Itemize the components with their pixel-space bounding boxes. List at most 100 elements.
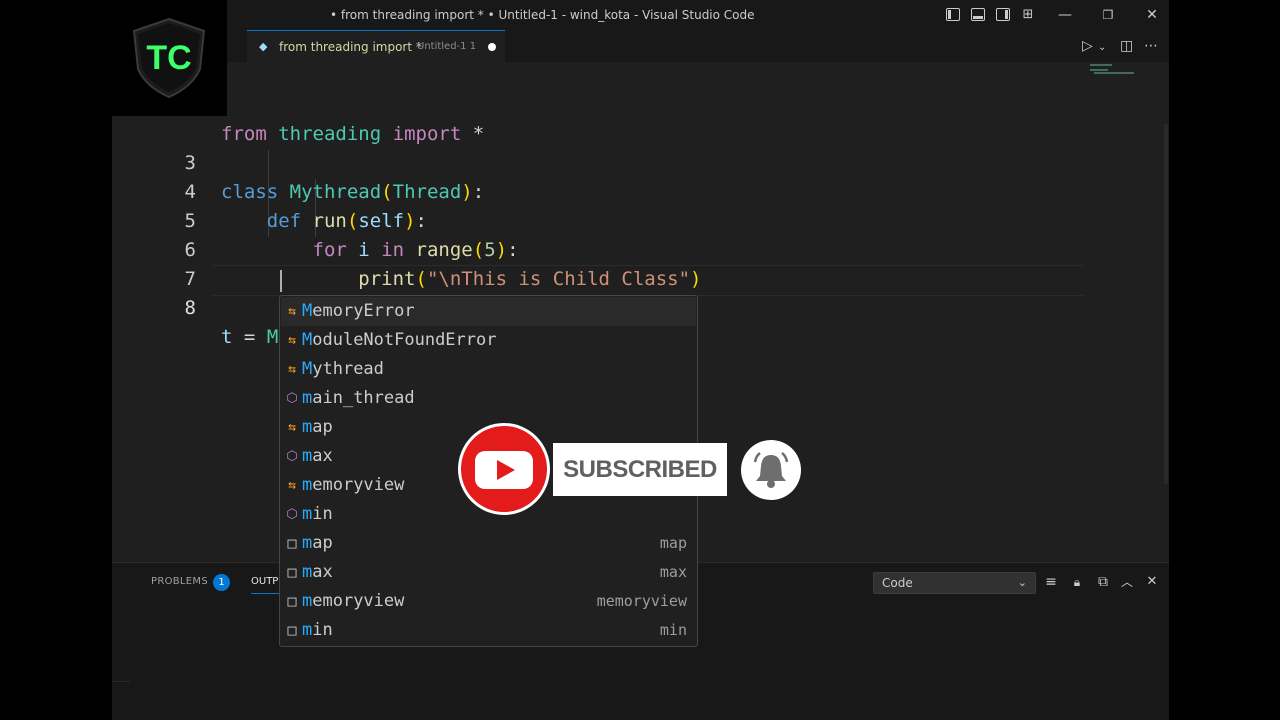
python-file-icon: ◆ — [259, 40, 268, 53]
subscribe-overlay: SUBSCRIBED — [458, 423, 803, 517]
tab-problems[interactable]: PROBLEMS — [151, 576, 208, 587]
tab-untitled-1[interactable]: ◆ from threading import * Untitled-1 1 — [247, 30, 505, 62]
unsaved-dot-icon[interactable] — [488, 43, 496, 51]
keyword-icon: □ — [287, 534, 297, 552]
class-icon: ⇆ — [288, 362, 296, 377]
function-icon: ⬡ — [286, 449, 298, 464]
customize-layout-icon[interactable]: ⊞ — [1020, 7, 1036, 23]
suggestion-match: M — [302, 359, 313, 379]
chevron-down-icon: ⌄ — [1017, 576, 1027, 589]
subscribed-button[interactable]: SUBSCRIBED — [553, 443, 727, 496]
suggestion-label: ain_thread — [312, 388, 415, 408]
tab-label: from threading import * — [279, 40, 422, 54]
suggestion-match: M — [302, 330, 313, 350]
title-bar: • from threading import * • Untitled-1 -… — [112, 0, 1169, 30]
code-line-7: 7 — [112, 236, 1112, 290]
suggestion-label: ax — [312, 446, 333, 466]
suggestion-item[interactable]: □ min min — [281, 616, 696, 645]
suggestion-item[interactable]: □ map map — [281, 529, 696, 558]
suggestion-detail: min — [659, 621, 687, 639]
tc-shield-logo: TC — [132, 17, 206, 99]
suggestion-detail: max — [659, 563, 687, 581]
active-tab-indicator — [251, 593, 281, 594]
suggestion-label: ap — [312, 417, 333, 437]
class-icon: ⇆ — [288, 420, 296, 435]
suggestion-label: ythread — [312, 359, 384, 379]
restore-icon[interactable]: ❐ — [1100, 7, 1116, 23]
function-icon: ⬡ — [286, 391, 298, 406]
class-icon: ⇆ — [288, 478, 296, 493]
editor-tab-bar: ◆ from threading import * Untitled-1 1 ▷… — [112, 30, 1169, 62]
suggestion-label: oduleNotFoundError — [312, 330, 497, 350]
typed-text: M — [266, 326, 279, 348]
suggestion-match: m — [302, 417, 313, 437]
suggestion-match: m — [302, 562, 313, 582]
suggestion-item[interactable]: ⇆ MemoryError — [281, 297, 696, 326]
copy-icon[interactable]: ⧉ — [1095, 574, 1111, 590]
lock-icon[interactable]: 🔒︎ — [1069, 574, 1085, 590]
suggestion-label: ap — [312, 533, 333, 553]
code-line-4: 4 def run(self): — [112, 149, 1112, 232]
window-title: • from threading import * • Untitled-1 -… — [330, 8, 755, 22]
line-number: 8 — [184, 297, 196, 319]
problems-count-badge: 1 — [213, 574, 230, 591]
suggestion-match: m — [302, 446, 313, 466]
run-dropdown-chevron-icon[interactable]: ⌄ — [1098, 40, 1106, 56]
function-icon: ⬡ — [286, 507, 298, 522]
logo-text: TC — [146, 39, 191, 77]
output-channel-value: Code — [882, 576, 913, 590]
bell-icon — [753, 452, 789, 488]
code-line-6: 6 print("\nThis is Child Class") — [112, 207, 1112, 290]
suggestion-label: emoryview — [312, 475, 405, 495]
toggle-secondary-sidebar-icon[interactable] — [996, 8, 1010, 21]
suggestion-item[interactable]: ⇆ ModuleNotFoundError — [281, 326, 696, 355]
suggestion-match: m — [302, 591, 313, 611]
code-line-3: 3 class Mythread(Thread): — [112, 120, 1112, 203]
suggestion-label: emoryview — [312, 591, 405, 611]
class-icon: ⇆ — [288, 333, 296, 348]
suggestion-item[interactable]: □ max max — [281, 558, 696, 587]
suggestion-label: ax — [312, 562, 333, 582]
suggestion-match: m — [302, 533, 313, 553]
youtube-play-icon — [475, 451, 533, 489]
maximize-panel-icon[interactable]: ︿ — [1119, 574, 1135, 590]
operator-equals: = — [243, 326, 256, 348]
suggestion-item[interactable]: ⬡ main_thread — [281, 384, 696, 413]
channel-logo: TC — [111, 0, 227, 116]
class-icon: ⇆ — [288, 304, 296, 319]
suggestion-match: m — [302, 504, 313, 524]
variable-t: t — [221, 326, 233, 348]
suggestion-match: M — [302, 301, 313, 321]
more-actions-icon[interactable]: ⋯ — [1144, 38, 1158, 54]
toggle-panel-icon[interactable] — [971, 8, 985, 21]
toggle-primary-sidebar-icon[interactable] — [946, 8, 960, 21]
keyword-icon: □ — [287, 621, 297, 639]
suggestion-label: emoryError — [312, 301, 415, 321]
text-cursor — [280, 270, 282, 292]
suggestion-item[interactable]: □ memoryview memoryview — [281, 587, 696, 616]
suggestion-detail: memoryview — [596, 592, 687, 610]
output-channel-select[interactable]: Code ⌄ — [873, 572, 1036, 594]
close-panel-icon[interactable]: ✕ — [1144, 574, 1160, 590]
filter-list-icon[interactable]: ≡ — [1043, 574, 1059, 590]
suggestion-label: in — [312, 504, 333, 524]
suggestion-match: m — [302, 620, 313, 640]
tab-output[interactable]: OUTP — [251, 576, 278, 587]
close-window-icon[interactable]: ✕ — [1144, 7, 1160, 23]
code-line-1: from threading import * — [112, 62, 1112, 145]
run-icon[interactable]: ▷ — [1082, 38, 1093, 54]
suggestion-detail: map — [659, 534, 687, 552]
split-editor-icon[interactable]: ◫ — [1120, 38, 1133, 54]
keyword-icon: □ — [287, 592, 297, 610]
suggestion-match: m — [302, 388, 313, 408]
editor-scrollbar[interactable] — [1164, 124, 1168, 484]
suggestion-item[interactable]: ⇆ Mythread — [281, 355, 696, 384]
minimize-icon[interactable]: — — [1057, 7, 1073, 23]
youtube-logo — [458, 423, 550, 515]
suggestion-match: m — [302, 475, 313, 495]
notification-bell-button[interactable] — [741, 440, 801, 500]
code-line-8: 8 t = M — [112, 265, 1112, 348]
keyword-icon: □ — [287, 563, 297, 581]
tab-description: Untitled-1 1 — [417, 41, 477, 52]
panel-side-strip — [112, 681, 130, 720]
